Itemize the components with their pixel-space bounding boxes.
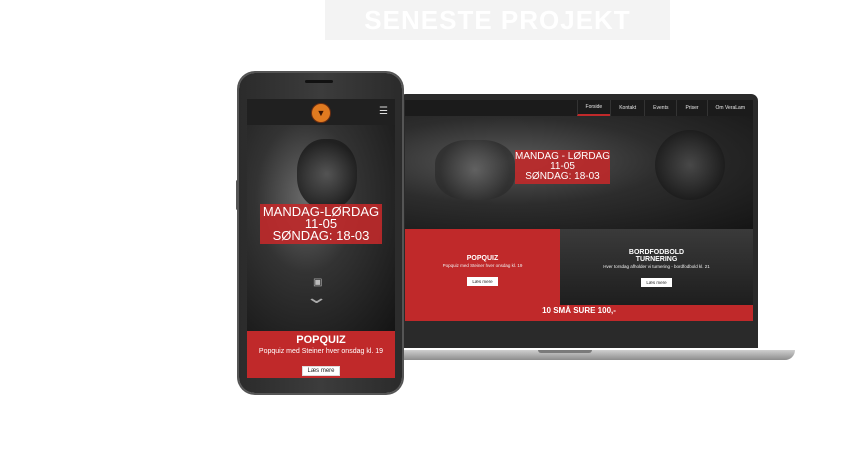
laptop-nav-forside[interactable]: Forside — [576, 100, 611, 116]
laptop-screen: Forside Kontakt Events Priser Om VeraLam… — [405, 100, 753, 321]
phone-hero-photo-detail — [297, 139, 357, 209]
hamburger-icon[interactable]: ☰ — [379, 107, 388, 117]
phone-card-popquiz: POPQUIZ Popquiz med Steiner hver onsdag … — [247, 331, 395, 378]
phone-screen: ▼ ☰ MANDAG-LØRDAG 11-05 SØNDAG: 18-03 ▣ … — [247, 99, 395, 378]
laptop-bordfodbold-read-more-button[interactable]: Læs mere — [641, 278, 672, 287]
laptop-notch — [538, 350, 592, 353]
chevron-down-icon[interactable]: ⌄ — [304, 287, 328, 308]
laptop-popquiz-read-more-button[interactable]: Læs mere — [467, 277, 498, 286]
laptop-card-popquiz-text: Popquiz med Steiner hver onsdag kl. 19 — [442, 263, 523, 268]
phone-hero-line3: SØNDAG: 18-03 — [272, 228, 370, 243]
laptop-card-bordfodbold-text: Hver torsdag afholder vi turnering - bor… — [603, 264, 710, 269]
laptop-hero-line3: SØNDAG: 18-03 — [525, 171, 600, 182]
phone-popquiz-read-more-button[interactable]: Læs mere — [302, 366, 340, 376]
phone-card-popquiz-text: Popquiz med Steiner hver onsdag kl. 19 — [258, 348, 384, 355]
laptop-card-popquiz: POPQUIZ Popquiz med Steiner hver onsdag … — [405, 229, 560, 305]
laptop-navbar: Forside Kontakt Events Priser Om VeraLam — [405, 100, 753, 116]
laptop-card-popquiz-title: POPQUIZ — [466, 255, 499, 262]
laptop-hero-photo-detail — [655, 130, 725, 200]
laptop-hero-hours: MANDAG - LØRDAG 11-05 SØNDAG: 18-03 — [515, 150, 610, 184]
laptop-nav-events[interactable]: Events — [644, 100, 676, 116]
laptop-bezel — [399, 321, 758, 348]
section-heading-text: SENESTE PROJEKT — [364, 4, 631, 35]
laptop-card-bordfodbold-title-2: TURNERING — [635, 256, 678, 263]
phone-card-popquiz-title: POPQUIZ — [296, 334, 346, 346]
laptop-nav-priser[interactable]: Priser — [676, 100, 706, 116]
laptop-nav-om[interactable]: Om VeraLam — [706, 100, 753, 116]
laptop-card-bordfodbold-title-1: BORDFODBOLD — [628, 249, 685, 256]
laptop-offer-strip: 10 SMÅ SURE 100,- — [405, 305, 753, 321]
phone-side-button — [236, 180, 239, 210]
phone-hero-hours: MANDAG-LØRDAG 11-05 SØNDAG: 18-03 — [260, 204, 382, 244]
phone-speaker — [305, 80, 333, 83]
laptop-nav-kontakt[interactable]: Kontakt — [610, 100, 644, 116]
section-heading: SENESTE PROJEKT — [325, 0, 670, 40]
bar-logo-icon[interactable]: ▼ — [311, 103, 331, 123]
laptop-hero-photo-detail — [435, 140, 515, 200]
laptop-card-bordfodbold: BORDFODBOLD TURNERING Hver torsdag afhol… — [560, 229, 753, 305]
